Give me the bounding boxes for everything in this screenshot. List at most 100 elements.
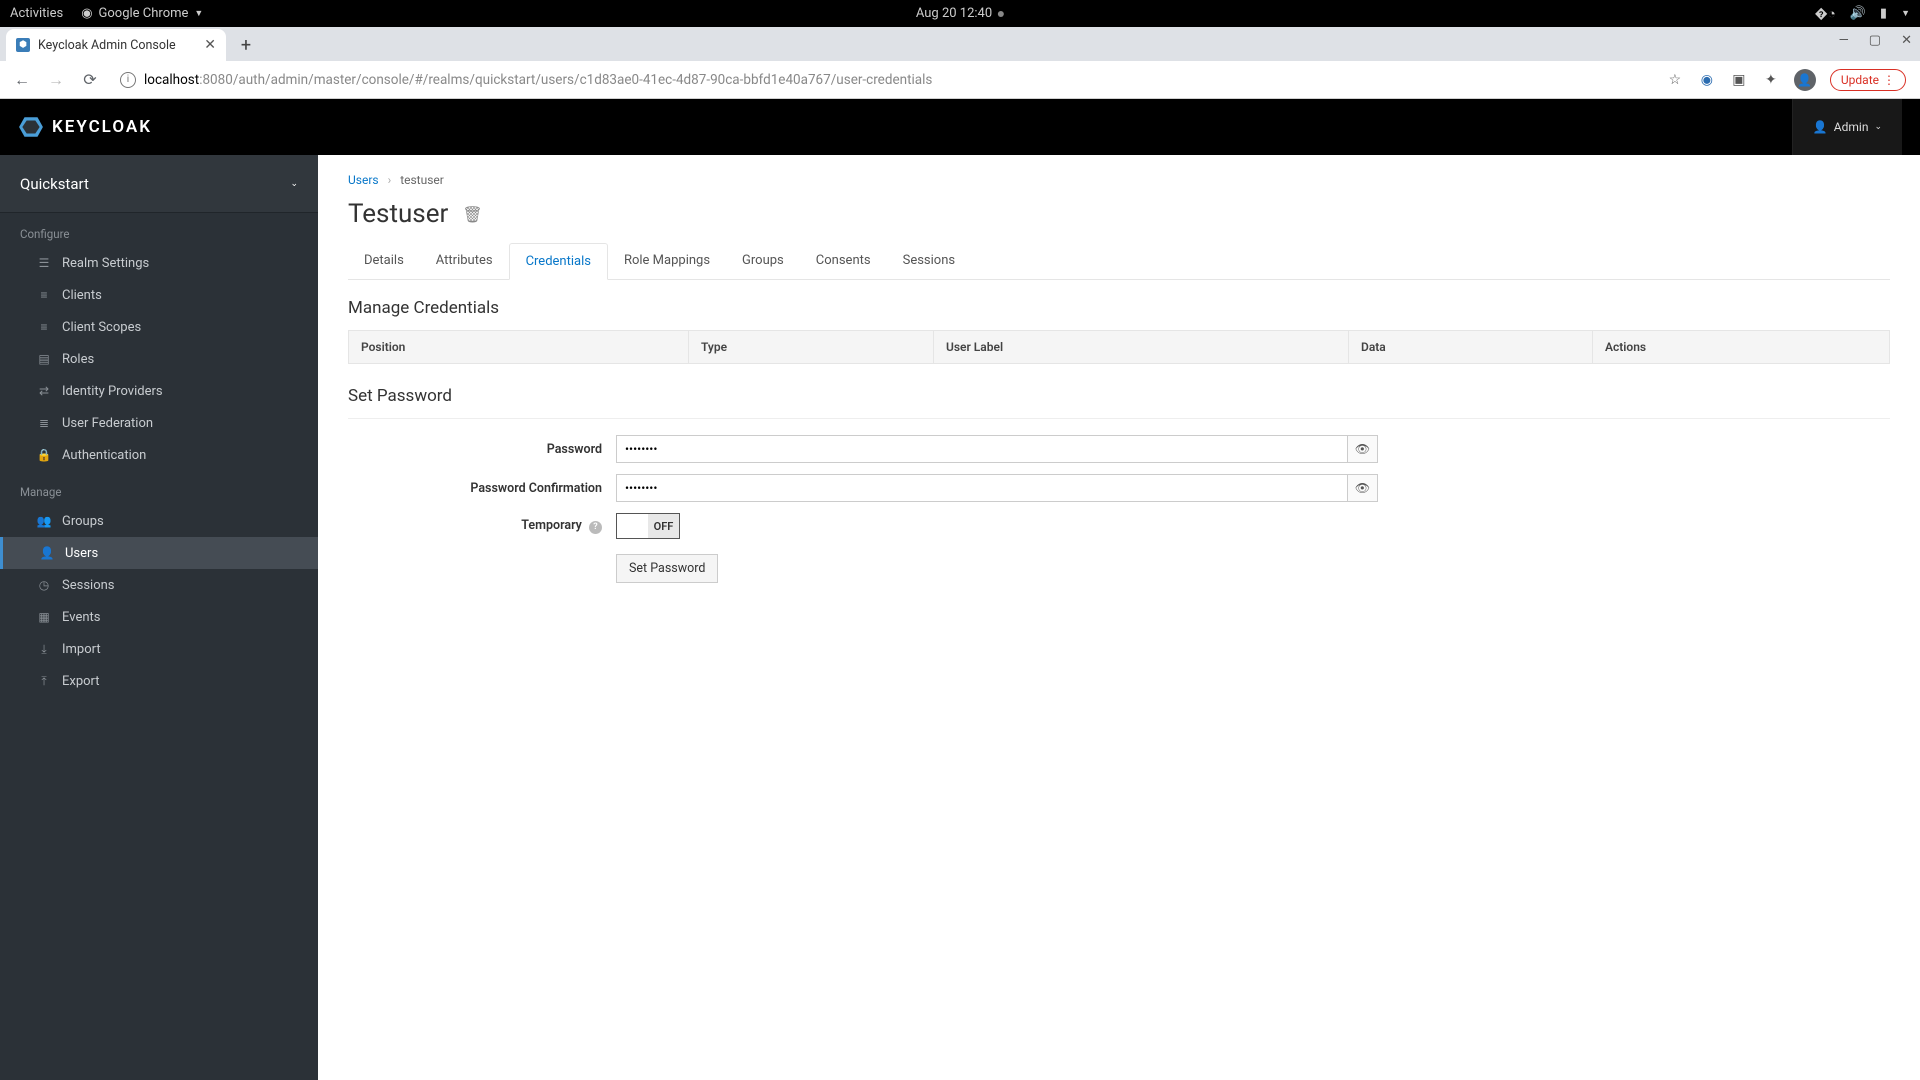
temporary-toggle[interactable]: OFF bbox=[616, 513, 680, 539]
extension-icon[interactable]: ◉ bbox=[1698, 71, 1716, 89]
sidebar-item-roles[interactable]: ▤Roles bbox=[0, 343, 318, 375]
update-label: Update bbox=[1841, 73, 1879, 87]
keycloak-logo-text: KEYCLOAK bbox=[52, 117, 152, 137]
sidebar-item-events[interactable]: ▦Events bbox=[0, 601, 318, 633]
bookmark-star-icon[interactable]: ☆ bbox=[1666, 71, 1684, 89]
activities-button[interactable]: Activities bbox=[10, 6, 63, 21]
clock[interactable]: Aug 20 12:40 bbox=[916, 6, 1004, 21]
toggle-knob bbox=[617, 514, 648, 538]
set-password-button[interactable]: Set Password bbox=[616, 554, 718, 583]
reload-button[interactable]: ⟳ bbox=[76, 66, 104, 94]
set-password-heading: Set Password bbox=[348, 386, 1890, 406]
help-icon[interactable]: ? bbox=[589, 521, 602, 534]
extension-icon[interactable]: ▣ bbox=[1730, 71, 1748, 89]
col-user-label: User Label bbox=[934, 331, 1349, 363]
file-icon: ▤ bbox=[36, 352, 52, 366]
profile-avatar-icon[interactable]: 👤 bbox=[1794, 69, 1816, 91]
group-icon: 👥 bbox=[36, 514, 52, 528]
export-icon: ⤒ bbox=[36, 674, 52, 689]
browser-tab[interactable]: ⬢ Keycloak Admin Console ✕ bbox=[6, 29, 226, 61]
sidebar-item-clients[interactable]: ≡Clients bbox=[0, 279, 318, 311]
breadcrumb-separator-icon: › bbox=[388, 173, 392, 187]
user-icon: 👤 bbox=[1813, 120, 1828, 134]
password-input[interactable] bbox=[616, 435, 1348, 463]
breadcrumb: Users › testuser bbox=[348, 173, 1890, 187]
back-button[interactable]: ← bbox=[8, 66, 36, 94]
user-label: Admin bbox=[1834, 120, 1869, 134]
close-window-icon[interactable]: ✕ bbox=[1901, 33, 1912, 48]
sidebar: Quickstart ⌄ Configure ☰Realm Settings ≡… bbox=[0, 155, 318, 1080]
tab-favicon: ⬢ bbox=[16, 38, 30, 52]
calendar-icon: ▦ bbox=[36, 610, 52, 624]
password-label: Password bbox=[348, 442, 616, 457]
chrome-tab-strip: ⬢ Keycloak Admin Console ✕ + — ▢ ✕ bbox=[0, 27, 1920, 61]
minimize-window-icon[interactable]: — bbox=[1839, 33, 1849, 48]
chevron-down-icon[interactable]: ▼ bbox=[1901, 8, 1910, 19]
user-menu[interactable]: 👤 Admin ⌄ bbox=[1792, 99, 1902, 155]
chrome-toolbar: ← → ⟳ i localhost:8080/auth/admin/master… bbox=[0, 61, 1920, 99]
tab-sessions[interactable]: Sessions bbox=[887, 243, 972, 279]
url-host: localhost bbox=[144, 72, 199, 88]
sidebar-item-label: User Federation bbox=[38, 416, 153, 431]
eye-icon: 👁 bbox=[1355, 481, 1370, 495]
sidebar-item-authentication[interactable]: 🔒Authentication bbox=[0, 439, 318, 471]
password-confirmation-input[interactable] bbox=[616, 474, 1348, 502]
sidebar-item-sessions[interactable]: ◷Sessions bbox=[0, 569, 318, 601]
notification-dot-icon bbox=[998, 11, 1004, 17]
chrome-icon: ◉ bbox=[81, 6, 92, 21]
sidebar-item-label: Authentication bbox=[38, 448, 146, 463]
active-app-menu[interactable]: ◉ Google Chrome ▼ bbox=[81, 6, 203, 21]
network-icon[interactable]: �◔ bbox=[1815, 6, 1836, 22]
page-title-text: Testuser bbox=[348, 199, 448, 229]
address-bar[interactable]: i localhost:8080/auth/admin/master/conso… bbox=[110, 66, 1660, 94]
tab-attributes[interactable]: Attributes bbox=[420, 243, 509, 279]
battery-icon[interactable]: ▮ bbox=[1880, 6, 1887, 21]
tab-consents[interactable]: Consents bbox=[800, 243, 887, 279]
close-tab-icon[interactable]: ✕ bbox=[204, 37, 216, 53]
col-position: Position bbox=[349, 331, 689, 363]
realm-selector[interactable]: Quickstart ⌄ bbox=[0, 155, 318, 213]
tab-role-mappings[interactable]: Role Mappings bbox=[608, 243, 726, 279]
site-info-icon[interactable]: i bbox=[120, 72, 136, 88]
breadcrumb-current: testuser bbox=[400, 173, 444, 187]
sidebar-item-realm-settings[interactable]: ☰Realm Settings bbox=[0, 247, 318, 279]
volume-icon[interactable]: 🔊 bbox=[1850, 6, 1866, 21]
chevron-down-icon: ⌄ bbox=[290, 179, 298, 189]
maximize-window-icon[interactable]: ▢ bbox=[1869, 33, 1881, 48]
new-tab-button[interactable]: + bbox=[232, 31, 260, 59]
delete-user-button[interactable]: 🗑 bbox=[462, 205, 482, 224]
chevron-down-icon: ⌄ bbox=[1874, 122, 1882, 132]
sliders-icon: ☰ bbox=[36, 256, 52, 270]
sidebar-item-identity-providers[interactable]: ⇄Identity Providers bbox=[0, 375, 318, 407]
import-icon: ⤓ bbox=[36, 642, 52, 657]
sidebar-item-label: Realm Settings bbox=[38, 256, 149, 271]
credentials-table-header: Position Type User Label Data Actions bbox=[348, 330, 1890, 364]
kebab-icon: ⋮ bbox=[1883, 73, 1895, 87]
clock-icon: ◷ bbox=[36, 578, 52, 592]
sidebar-item-user-federation[interactable]: ≣User Federation bbox=[0, 407, 318, 439]
user-icon: 👤 bbox=[39, 546, 55, 560]
toggle-confirm-visibility-button[interactable]: 👁 bbox=[1348, 474, 1378, 502]
sidebar-item-export[interactable]: ⤒Export bbox=[0, 665, 318, 697]
col-data: Data bbox=[1349, 331, 1593, 363]
breadcrumb-parent-link[interactable]: Users bbox=[348, 173, 379, 187]
chevron-down-icon: ▼ bbox=[194, 8, 203, 19]
sidebar-item-import[interactable]: ⤓Import bbox=[0, 633, 318, 665]
temporary-label: Temporary bbox=[521, 518, 582, 533]
tab-credentials[interactable]: Credentials bbox=[509, 243, 608, 280]
manage-credentials-heading: Manage Credentials bbox=[348, 298, 1890, 318]
sidebar-item-label: Identity Providers bbox=[38, 384, 163, 399]
tab-details[interactable]: Details bbox=[348, 243, 420, 279]
extensions-puzzle-icon[interactable]: ✦ bbox=[1762, 71, 1780, 89]
tab-groups[interactable]: Groups bbox=[726, 243, 800, 279]
update-button[interactable]: Update ⋮ bbox=[1830, 69, 1906, 91]
list-icon: ≡ bbox=[36, 320, 52, 334]
toggle-password-visibility-button[interactable]: 👁 bbox=[1348, 435, 1378, 463]
sidebar-item-users[interactable]: 👤Users bbox=[0, 537, 318, 569]
tabs: Details Attributes Credentials Role Mapp… bbox=[348, 243, 1890, 280]
password-confirmation-label: Password Confirmation bbox=[348, 481, 616, 496]
keycloak-logo[interactable]: KEYCLOAK bbox=[18, 114, 152, 140]
page-title: Testuser 🗑 bbox=[348, 199, 1890, 229]
sidebar-item-client-scopes[interactable]: ≡Client Scopes bbox=[0, 311, 318, 343]
sidebar-item-groups[interactable]: 👥Groups bbox=[0, 505, 318, 537]
